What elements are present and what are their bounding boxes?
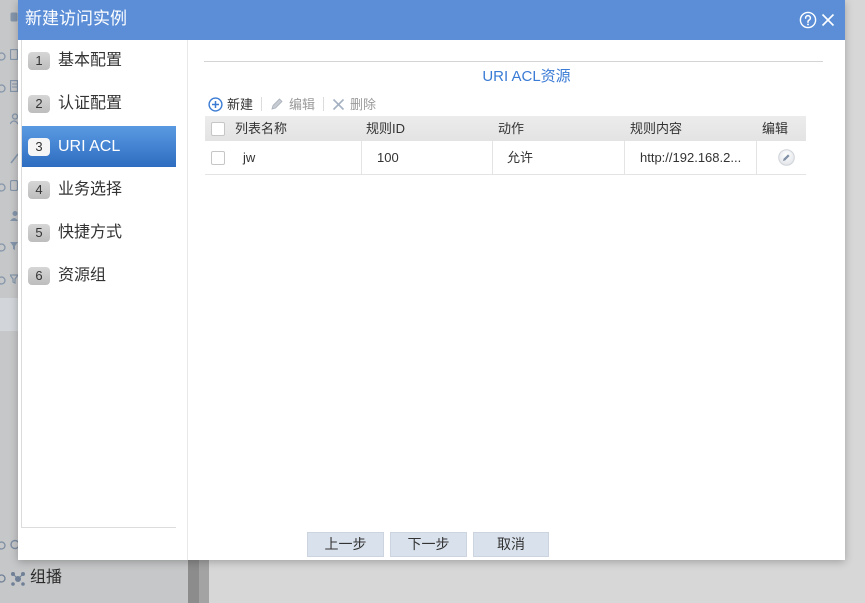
pencil-icon: [270, 97, 284, 111]
step-number-badge: 1: [28, 51, 50, 70]
filter-icon: [10, 241, 18, 251]
sidebar-expand-icon: [0, 52, 6, 61]
step-shortcut[interactable]: 5 快捷方式: [22, 212, 176, 253]
delete-button[interactable]: 删除: [350, 96, 376, 113]
sidebar-expand-icon: [0, 276, 6, 285]
cell-action: 允许: [492, 141, 624, 174]
sidebar-nav-icon: [9, 179, 19, 192]
uri-acl-table: 列表名称 规则ID 动作 规则内容 编辑 jw 100 允许 http://19…: [205, 116, 806, 175]
edit-circle-icon[interactable]: [778, 149, 795, 166]
step-label: 认证配置: [58, 94, 123, 112]
step-number-badge: 4: [28, 180, 50, 199]
step-label: 快捷方式: [58, 223, 123, 241]
panel-divider: [187, 40, 188, 560]
select-all-cell: [205, 116, 229, 141]
previous-step-button[interactable]: 上一步: [307, 532, 384, 557]
step-nav: 1 基本配置 2 认证配置 3 URI ACL 4 业务选择 5 快捷方式 6 …: [21, 40, 176, 528]
toolbar-separator: [261, 97, 262, 111]
question-circle-icon[interactable]: [799, 11, 817, 29]
step-basic-config[interactable]: 1 基本配置: [22, 40, 176, 81]
step-number-badge: 3: [28, 137, 50, 156]
sidebar-nav-icon: [10, 12, 18, 22]
step-number-badge: 6: [28, 266, 50, 285]
next-step-button[interactable]: 下一步: [390, 532, 467, 557]
select-all-checkbox[interactable]: [211, 122, 225, 136]
dialog-title: 新建访问实例: [25, 9, 127, 28]
dialog-title-bar: 新建访问实例: [18, 0, 845, 40]
close-icon[interactable]: [821, 13, 835, 27]
new-button[interactable]: 新建: [227, 96, 253, 113]
column-header-name[interactable]: 列表名称: [229, 116, 361, 141]
step-label: URI ACL: [58, 137, 121, 155]
new-access-instance-dialog: 新建访问实例 1 基本配置 2 认证配置 3 URI ACL 4 业务选择 5 …: [18, 0, 845, 560]
toolbar-separator: [323, 97, 324, 111]
step-auth-config[interactable]: 2 认证配置: [22, 83, 176, 124]
plus-circle-icon[interactable]: [208, 97, 223, 112]
sidebar-nav-icon: [10, 152, 19, 164]
sidebar-expand-icon: [0, 243, 6, 252]
filter-icon: [8, 274, 20, 284]
column-header-edit: 编辑: [762, 121, 789, 136]
cancel-button[interactable]: 取消: [473, 532, 549, 557]
x-icon: [332, 98, 345, 111]
table-row[interactable]: jw 100 允许 http://192.168.2...: [205, 141, 806, 175]
column-header-action[interactable]: 动作: [492, 116, 624, 141]
table-header: 列表名称 规则ID 动作 规则内容 编辑: [205, 116, 806, 141]
row-select-cell: [205, 141, 229, 174]
step-resource-group[interactable]: 6 资源组: [22, 255, 176, 296]
sidebar-expand-icon: [0, 183, 6, 192]
step-label: 基本配置: [58, 51, 123, 69]
multicast-icon: [10, 570, 27, 586]
section-divider: [204, 61, 823, 62]
background-sidebar-item-label: 组播: [30, 569, 63, 586]
column-header-rule-id[interactable]: 规则ID: [361, 116, 492, 141]
step-uri-acl[interactable]: 3 URI ACL: [22, 126, 176, 167]
step-number-badge: 2: [28, 94, 50, 113]
sidebar-expand-icon: [0, 84, 6, 93]
sidebar-nav-icon: [9, 48, 19, 61]
user-icon: [9, 113, 19, 125]
cell-edit: [756, 141, 806, 174]
document-icon: [9, 79, 19, 93]
section-title: URI ACL资源: [482, 68, 571, 85]
step-label: 资源组: [58, 266, 107, 284]
edit-button[interactable]: 编辑: [289, 96, 315, 113]
cell-rule-content: http://192.168.2...: [624, 141, 756, 174]
user-icon: [10, 210, 18, 222]
sidebar-expand-icon: [0, 574, 6, 583]
sidebar-expand-icon: [0, 541, 6, 550]
step-number-badge: 5: [28, 223, 50, 242]
step-service-select[interactable]: 4 业务选择: [22, 169, 176, 210]
column-header-rule-content[interactable]: 规则内容: [624, 116, 756, 141]
cell-rule-id: 100: [361, 141, 492, 174]
cell-name: jw: [243, 150, 256, 165]
step-label: 业务选择: [58, 180, 123, 198]
row-checkbox[interactable]: [211, 151, 225, 165]
